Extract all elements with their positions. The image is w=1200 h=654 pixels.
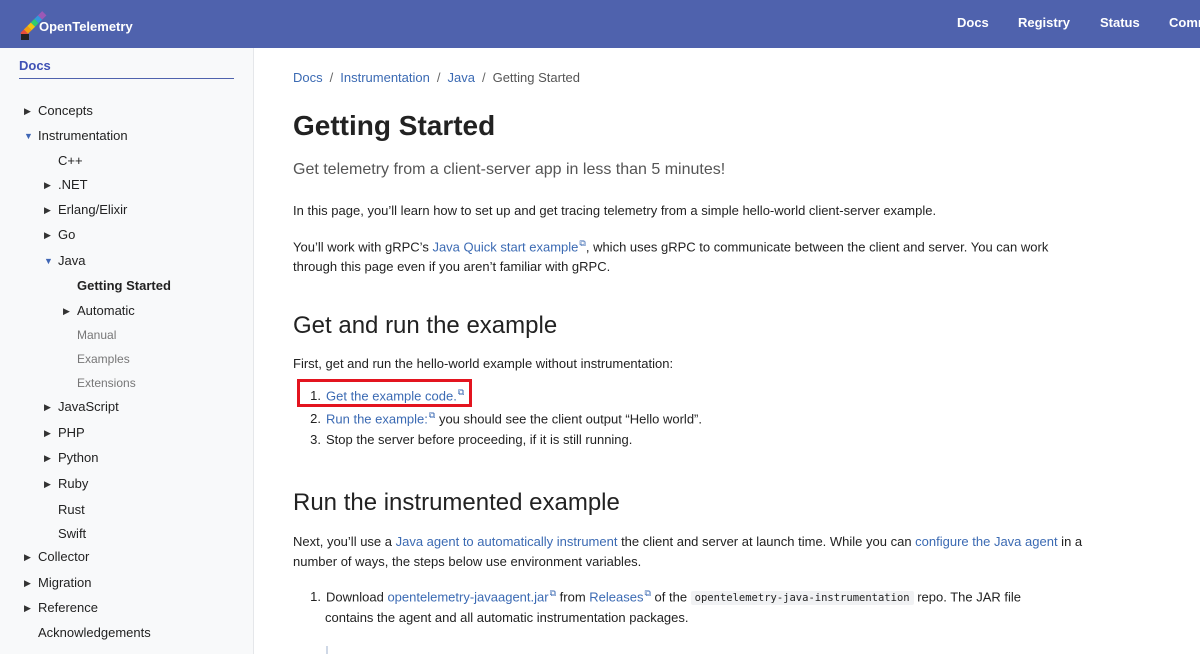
- caret-right-icon[interactable]: ▶: [24, 578, 31, 589]
- sidebar-item-javascript[interactable]: JavaScript: [58, 399, 119, 414]
- sidebar-item-swift[interactable]: Swift: [58, 526, 86, 541]
- caret-right-icon[interactable]: ▶: [44, 180, 51, 191]
- run-example-link[interactable]: Run the example:: [326, 411, 428, 426]
- sidebar-item-getting-started[interactable]: Getting Started: [77, 278, 171, 293]
- section1-intro: First, get and run the hello-world examp…: [293, 356, 674, 371]
- sidebar-item-python[interactable]: Python: [58, 450, 98, 465]
- step-3: 3. Stop the server before proceeding, if …: [310, 432, 633, 447]
- sidebar-item-java[interactable]: Java: [58, 253, 85, 268]
- grpc-paragraph: You’ll work with gRPC’s Java Quick start…: [293, 238, 1049, 275]
- caret-right-icon[interactable]: ▶: [44, 205, 51, 216]
- nav-status[interactable]: Status: [1100, 15, 1140, 30]
- section-get-and-run: Get and run the example: [293, 312, 558, 339]
- sidebar-item-ruby[interactable]: Ruby: [58, 476, 88, 491]
- caret-down-icon[interactable]: ▼: [44, 256, 53, 266]
- sidebar-divider: [19, 78, 234, 79]
- releases-link[interactable]: Releases: [589, 589, 643, 604]
- sidebar-item-reference[interactable]: Reference: [38, 600, 98, 615]
- caret-down-icon[interactable]: ▼: [24, 131, 33, 141]
- caret-right-icon[interactable]: ▶: [24, 552, 31, 563]
- sidebar-item-extensions[interactable]: Extensions: [77, 376, 136, 390]
- javaagent-jar-link[interactable]: opentelemetry-javaagent.jar: [387, 589, 548, 604]
- breadcrumb-current: Getting Started: [492, 70, 581, 85]
- code-block-edge: [326, 646, 328, 654]
- intro-paragraph: In this page, you’ll learn how to set up…: [293, 203, 937, 218]
- nav-community[interactable]: Comm: [1169, 15, 1200, 30]
- download-step: 1. Download opentelemetry-javaagent.jar⧉ …: [310, 588, 1022, 626]
- nav-registry[interactable]: Registry: [1018, 15, 1070, 30]
- sidebar-title[interactable]: Docs: [19, 58, 51, 73]
- sidebar-item-migration[interactable]: Migration: [38, 575, 91, 590]
- sidebar-item-c[interactable]: C++: [58, 153, 83, 168]
- sidebar-item-manual[interactable]: Manual: [77, 328, 116, 342]
- section2-intro: Next, you’ll use a Java agent to automat…: [293, 534, 1083, 569]
- repo-name-code: opentelemetry-java-instrumentation: [690, 591, 914, 606]
- breadcrumb-docs[interactable]: Docs: [293, 70, 323, 85]
- sidebar-item-net[interactable]: .NET: [58, 177, 88, 192]
- top-navbar: OpenTelemetry Docs Registry Status Comm: [0, 0, 1200, 48]
- sidebar-item-acknowledgements[interactable]: Acknowledgements: [38, 625, 151, 640]
- sidebar-item-collector[interactable]: Collector: [38, 549, 89, 564]
- sidebar-item-php[interactable]: PHP: [58, 425, 85, 440]
- page-title: Getting Started: [293, 110, 496, 141]
- caret-right-icon[interactable]: ▶: [44, 402, 51, 413]
- step-2: 2. Run the example:⧉ you should see the c…: [310, 410, 702, 427]
- sidebar-item-examples[interactable]: Examples: [77, 352, 130, 366]
- caret-right-icon[interactable]: ▶: [44, 479, 51, 490]
- page-lead: Get telemetry from a client-server app i…: [293, 161, 726, 178]
- breadcrumb-instrumentation[interactable]: Instrumentation: [340, 70, 430, 85]
- caret-right-icon[interactable]: ▶: [44, 453, 51, 464]
- sidebar-item-go[interactable]: Go: [58, 227, 75, 242]
- configure-java-agent-link[interactable]: configure the Java agent: [915, 534, 1057, 549]
- sidebar-item-instrumentation[interactable]: Instrumentation: [38, 128, 128, 143]
- breadcrumb-java[interactable]: Java: [447, 70, 474, 85]
- caret-right-icon[interactable]: ▶: [63, 306, 70, 317]
- breadcrumb: Docs / Instrumentation / Java / Getting Starte…: [293, 70, 581, 85]
- java-agent-link[interactable]: Java agent to automatically instrument: [396, 534, 618, 549]
- highlight-box: [297, 379, 472, 407]
- docs-sidebar: Docs Concepts ▶ Instrumentation ▼ C++ .NET ▶ Er…: [0, 48, 254, 654]
- java-quick-start-link[interactable]: Java Quick start example: [432, 239, 578, 254]
- sidebar-item-erlang-elixir[interactable]: Erlang/Elixir: [58, 202, 127, 217]
- nav-docs[interactable]: Docs: [957, 15, 989, 30]
- sidebar-item-rust[interactable]: Rust: [58, 502, 85, 517]
- caret-right-icon[interactable]: ▶: [24, 603, 31, 614]
- caret-right-icon[interactable]: ▶: [44, 230, 51, 241]
- caret-right-icon[interactable]: ▶: [24, 106, 31, 117]
- caret-right-icon[interactable]: ▶: [44, 428, 51, 439]
- brand-name[interactable]: OpenTelemetry: [39, 19, 133, 34]
- section-run-instrumented: Run the instrumented example: [293, 489, 620, 516]
- sidebar-item-automatic[interactable]: Automatic: [77, 303, 135, 318]
- sidebar-item-concepts[interactable]: Concepts: [38, 103, 93, 118]
